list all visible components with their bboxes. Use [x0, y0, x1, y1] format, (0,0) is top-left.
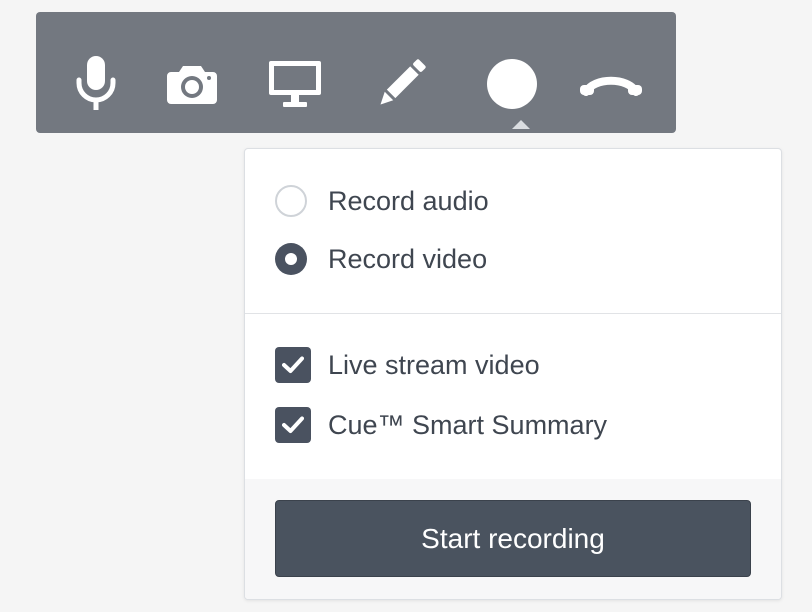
checkmark-icon [282, 356, 304, 373]
smart-summary-option[interactable]: Cue™ Smart Summary [275, 407, 607, 443]
smart-summary-checkbox[interactable] [275, 407, 311, 443]
live-stream-label: Live stream video [328, 349, 540, 380]
record-circle-icon [487, 59, 537, 109]
record-audio-option[interactable]: Record audio [275, 183, 489, 219]
record-video-option[interactable]: Record video [275, 241, 487, 277]
recording-options-menu: Record audio Record video Live stream vi… [244, 148, 782, 600]
menu-footer: Start recording [245, 479, 781, 599]
camera-icon [167, 66, 217, 104]
live-stream-option[interactable]: Live stream video [275, 347, 540, 383]
start-recording-button[interactable]: Start recording [275, 500, 751, 577]
smart-summary-label: Cue™ Smart Summary [328, 409, 608, 440]
hang-up-button[interactable] [575, 48, 647, 120]
microphone-button[interactable] [60, 48, 132, 120]
menu-caret-icon [512, 120, 530, 129]
record-button[interactable] [476, 48, 548, 120]
record-video-radio[interactable] [275, 243, 307, 275]
phone-hangup-icon [580, 76, 642, 96]
call-toolbar [36, 12, 676, 133]
checkmark-icon [282, 416, 304, 433]
recording-mode-group: Record audio Record video [245, 149, 781, 314]
microphone-icon [76, 56, 116, 110]
annotate-button[interactable] [365, 48, 437, 120]
record-video-label: Record video [328, 243, 488, 274]
record-audio-label: Record audio [328, 185, 489, 216]
monitor-icon [269, 61, 321, 107]
screen-share-button[interactable] [259, 48, 331, 120]
recording-options-group: Live stream video Cue™ Smart Summary [245, 314, 781, 479]
record-audio-radio[interactable] [275, 185, 307, 217]
live-stream-checkbox[interactable] [275, 347, 311, 383]
pencil-icon [380, 59, 426, 105]
camera-button[interactable] [156, 48, 228, 120]
